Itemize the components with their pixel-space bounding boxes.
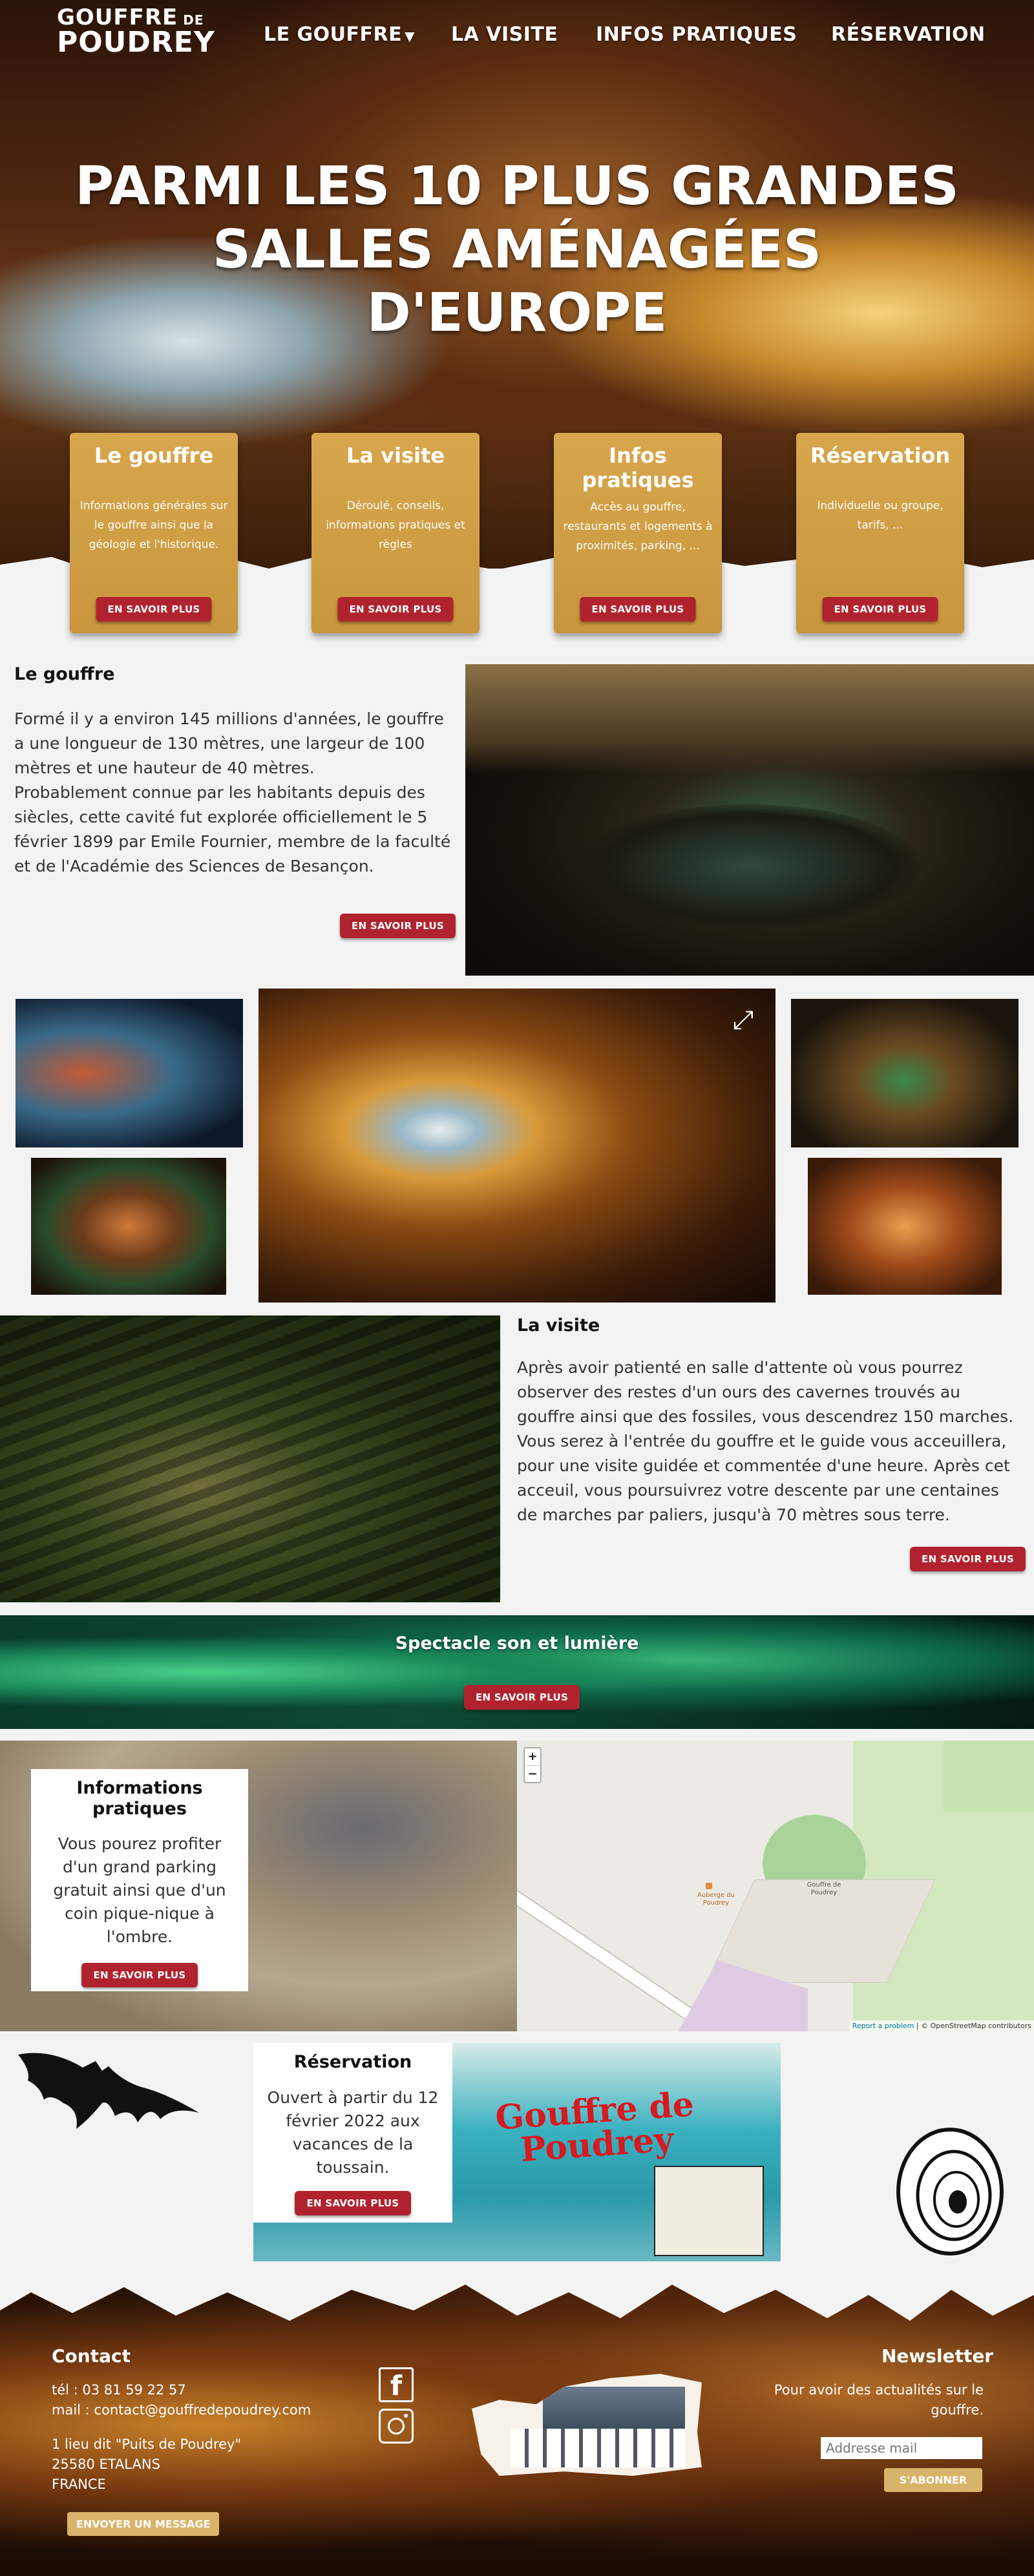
gouffre-more-button[interactable]: EN SAVOIR PLUS [340, 914, 456, 938]
card-text: Déroulé, conseils, informations pratique… [326, 499, 465, 551]
footer-address-line: 1 lieu dit "Puits de Poudrey" [52, 2436, 242, 2452]
subscribe-button[interactable]: S'ABONNER [884, 2468, 982, 2492]
map-label-auberge: Auberge du Poudrey [697, 1892, 735, 1907]
footer-address-line: FRANCE [52, 2477, 106, 2492]
facebook-icon[interactable]: f [379, 2367, 414, 2402]
card-infos-pratiques: Infos pratiques Accès au gouffre, restau… [554, 433, 722, 633]
instagram-icon[interactable] [379, 2409, 414, 2444]
card-title: Réservation [810, 443, 951, 468]
map-zoom-out-button[interactable]: − [525, 1766, 540, 1783]
bat-illustration [18, 2053, 199, 2129]
infos-card: Informations pratiques Vous pourez profi… [31, 1769, 248, 1991]
card-more-button[interactable]: EN SAVOIR PLUS [337, 597, 454, 622]
nav-la-visite[interactable]: LA VISITE [451, 23, 558, 46]
visite-text: Après avoir patienté en salle d'attente … [517, 1358, 1014, 1524]
reservation-text: Ouvert à partir du 12 février 2022 aux v… [267, 2088, 439, 2177]
gallery-photo-2[interactable] [31, 1158, 226, 1295]
nav-label: LE GOUFFRE [264, 23, 403, 46]
nav-le-gouffre[interactable]: LE GOUFFRE ▼ [264, 23, 415, 46]
location-map[interactable]: Auberge du Poudrey Gouffre de Poudrey + … [517, 1741, 1034, 2031]
send-message-button[interactable]: ENVOYER UN MESSAGE [67, 2512, 220, 2536]
card-more-button[interactable]: EN SAVOIR PLUS [580, 597, 696, 622]
newsletter-text: Pour avoir des actualités sur le gouffre… [774, 2382, 984, 2418]
hero-title: PARMI LES 10 PLUS GRANDES SALLES AMÉNAGÉ… [0, 155, 1034, 345]
hero-title-line: SALLES AMÉNAGÉES [212, 219, 822, 280]
reservation-card: Réservation Ouvert à partir du 12 févrie… [253, 2043, 452, 2223]
hero-title-line: PARMI LES 10 PLUS GRANDES [75, 156, 959, 217]
footer-contact-title: Contact [52, 2345, 131, 2367]
visite-photo [0, 1315, 500, 1602]
section-title-gouffre: Le gouffre [14, 664, 115, 684]
infos-title: Informations pratiques [76, 1778, 203, 1819]
restaurant-marker-icon[interactable] [706, 1883, 712, 1889]
footer-address-line: 25580 ETALANS [52, 2456, 160, 2472]
gallery-photo-3[interactable] [791, 999, 1018, 1147]
footer-phone[interactable]: tél : 03 81 59 22 57 [52, 2380, 186, 2400]
section-title-visite: La visite [517, 1315, 600, 1335]
card-text: Informations générales sur le gouffre ai… [79, 499, 228, 551]
nav-reservation[interactable]: RÉSERVATION [831, 23, 986, 46]
infos-more-button[interactable]: EN SAVOIR PLUS [81, 1963, 198, 1987]
gallery-main-photo[interactable]: ⤢ [258, 989, 776, 1303]
spectacle-more-button[interactable]: EN SAVOIR PLUS [464, 1685, 580, 1710]
card-le-gouffre: Le gouffre Informations générales sur le… [70, 433, 238, 633]
map-label-gouffre: Gouffre de Poudrey [807, 1881, 841, 1896]
reservation-title: Réservation [293, 2052, 412, 2072]
spectacle-banner [0, 1615, 1034, 1729]
visite-more-button[interactable]: EN SAVOIR PLUS [910, 1547, 1026, 1571]
card-text: Accès au gouffre, restaurants et logemen… [563, 501, 713, 552]
card-title: La visite [346, 443, 445, 468]
card-title: Infos pratiques [582, 443, 694, 492]
map-attribution[interactable]: | © OpenStreetMap contributors [916, 2022, 1031, 2030]
expand-icon[interactable]: ⤢ [733, 1005, 754, 1035]
card-more-button[interactable]: EN SAVOIR PLUS [822, 597, 938, 622]
card-more-button[interactable]: EN SAVOIR PLUS [96, 597, 212, 622]
spectacle-title: Spectacle son et lumière [395, 1633, 639, 1653]
card-reservation: Réservation Individuelle ou groupe, tari… [796, 433, 964, 633]
nav-infos-pratiques[interactable]: INFOS PRATIQUES [596, 23, 797, 46]
card-la-visite: La visite Déroulé, conseils, information… [311, 433, 480, 633]
site-logo[interactable]: GOUFFRE DE POUDREY [57, 6, 215, 57]
hero-title-line: D'EUROPE [366, 282, 668, 344]
card-title: Le gouffre [94, 443, 214, 468]
gallery-photo-1[interactable] [16, 999, 243, 1147]
logo-text-2: POUDREY [57, 26, 215, 59]
infos-text: Vous pourez profiter d'un grand parking … [53, 1834, 226, 1946]
newsletter-email-input[interactable] [821, 2437, 982, 2459]
card-text: Individuelle ou groupe, tarifs, ... [817, 499, 944, 532]
gouffre-text: Formé il y a environ 145 millions d'anné… [14, 709, 451, 875]
map-report-link[interactable]: Report a problem [852, 2022, 914, 2030]
reservation-more-button[interactable]: EN SAVOIR PLUS [295, 2191, 411, 2215]
footer-newsletter-title: Newsletter [881, 2345, 994, 2367]
map-zoom-in-button[interactable]: + [525, 1748, 540, 1766]
gallery-photo-4[interactable] [808, 1158, 1002, 1295]
caret-down-icon: ▼ [405, 28, 416, 44]
footer-email[interactable]: mail : contact@gouffredepoudrey.com [52, 2400, 311, 2420]
gouffre-photo [465, 664, 1034, 976]
ammonite-illustration [896, 2128, 1004, 2256]
